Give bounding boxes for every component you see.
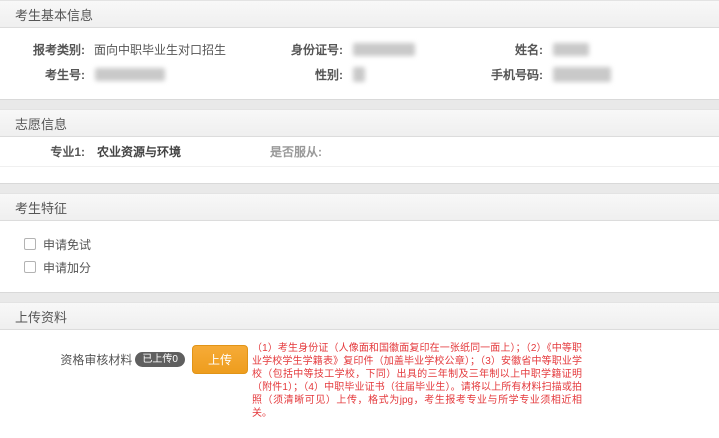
field-obey-adjustment: 是否服从: — [270, 143, 322, 160]
gender-label: 性别: — [270, 66, 343, 83]
basic-info-row-1: 报考类别: 面向中职毕业生对口招生 身份证号: 姓名: — [0, 37, 719, 62]
qualification-material-label: 资格审核材料 — [60, 351, 132, 368]
upload-button[interactable]: 上传 — [192, 345, 248, 374]
id-number-redacted-value — [353, 43, 415, 56]
section-title-volunteer-info: 志愿信息 — [15, 114, 67, 133]
exam-number-label: 考生号: — [0, 66, 85, 83]
section-volunteer-info: 志愿信息 专业1: 农业资源与环境 是否服从: — [0, 109, 719, 184]
volunteer-body: 专业1: 农业资源与环境 是否服从: — [0, 137, 719, 183]
major1-value: 农业资源与环境 — [97, 143, 181, 160]
section-header-upload-materials: 上传资料 — [0, 302, 719, 330]
field-exam-number: 考生号: — [0, 66, 270, 83]
section-header-basic-info: 考生基本信息 — [0, 0, 719, 28]
section-upload-materials: 上传资料 资格审核材料 已上传0 上传 （1）考生身份证（人像面和国徽面复印在一… — [0, 302, 719, 438]
field-id-number: 身份证号: — [270, 41, 460, 58]
upload-materials-body: 资格审核材料 已上传0 上传 （1）考生身份证（人像面和国徽面复印在一张纸同一面… — [0, 330, 719, 438]
section-title-basic-info: 考生基本信息 — [15, 5, 93, 24]
field-gender: 性别: — [270, 66, 460, 83]
phone-label: 手机号码: — [460, 66, 543, 83]
bonus-points-label: 申请加分 — [43, 259, 91, 276]
field-phone: 手机号码: — [460, 66, 719, 83]
basic-info-body: 报考类别: 面向中职毕业生对口招生 身份证号: 姓名: 考生号: — [0, 28, 719, 99]
candidate-features-body: 申请免试 申请加分 — [0, 221, 719, 292]
exam-exemption-label: 申请免试 — [43, 236, 91, 253]
upload-controls: 资格审核材料 已上传0 上传 — [0, 342, 248, 374]
section-title-candidate-features: 考生特征 — [15, 198, 67, 217]
field-major1: 专业1: 农业资源与环境 — [0, 143, 270, 160]
volunteer-row-major1: 专业1: 农业资源与环境 是否服从: — [0, 137, 719, 167]
exam-exemption-checkbox[interactable] — [24, 238, 36, 250]
bonus-points-row: 申请加分 — [24, 257, 719, 277]
section-header-volunteer-info: 志愿信息 — [0, 109, 719, 137]
registration-form-page: 考生基本信息 报考类别: 面向中职毕业生对口招生 身份证号: 姓名: — [0, 0, 719, 438]
obey-adjustment-label: 是否服从: — [270, 143, 322, 160]
section-basic-info: 考生基本信息 报考类别: 面向中职毕业生对口招生 身份证号: 姓名: — [0, 0, 719, 100]
major1-label: 专业1: — [0, 143, 85, 160]
gender-redacted-value — [353, 67, 365, 82]
exam-exemption-row: 申请免试 — [24, 234, 719, 254]
section-title-upload-materials: 上传资料 — [15, 307, 67, 326]
section-candidate-features: 考生特征 申请免试 申请加分 — [0, 193, 719, 293]
name-label: 姓名: — [460, 41, 543, 58]
basic-info-row-2: 考生号: 性别: 手机号码: — [0, 62, 719, 87]
phone-redacted-value — [553, 67, 611, 82]
name-redacted-value — [553, 43, 589, 56]
upload-instructions-text: （1）考生身份证（人像面和国徽面复印在一张纸同一面上）；（2）《中等职业学校学生… — [252, 342, 582, 420]
id-number-label: 身份证号: — [270, 41, 343, 58]
uploaded-count-badge: 已上传0 — [135, 352, 185, 367]
exam-number-redacted-value — [95, 68, 165, 81]
field-category: 报考类别: 面向中职毕业生对口招生 — [0, 41, 270, 58]
field-name: 姓名: — [460, 41, 719, 58]
category-label: 报考类别: — [0, 41, 85, 58]
bonus-points-checkbox[interactable] — [24, 261, 36, 273]
volunteer-empty-row — [0, 167, 719, 183]
category-value: 面向中职毕业生对口招生 — [94, 41, 226, 58]
section-header-candidate-features: 考生特征 — [0, 193, 719, 221]
